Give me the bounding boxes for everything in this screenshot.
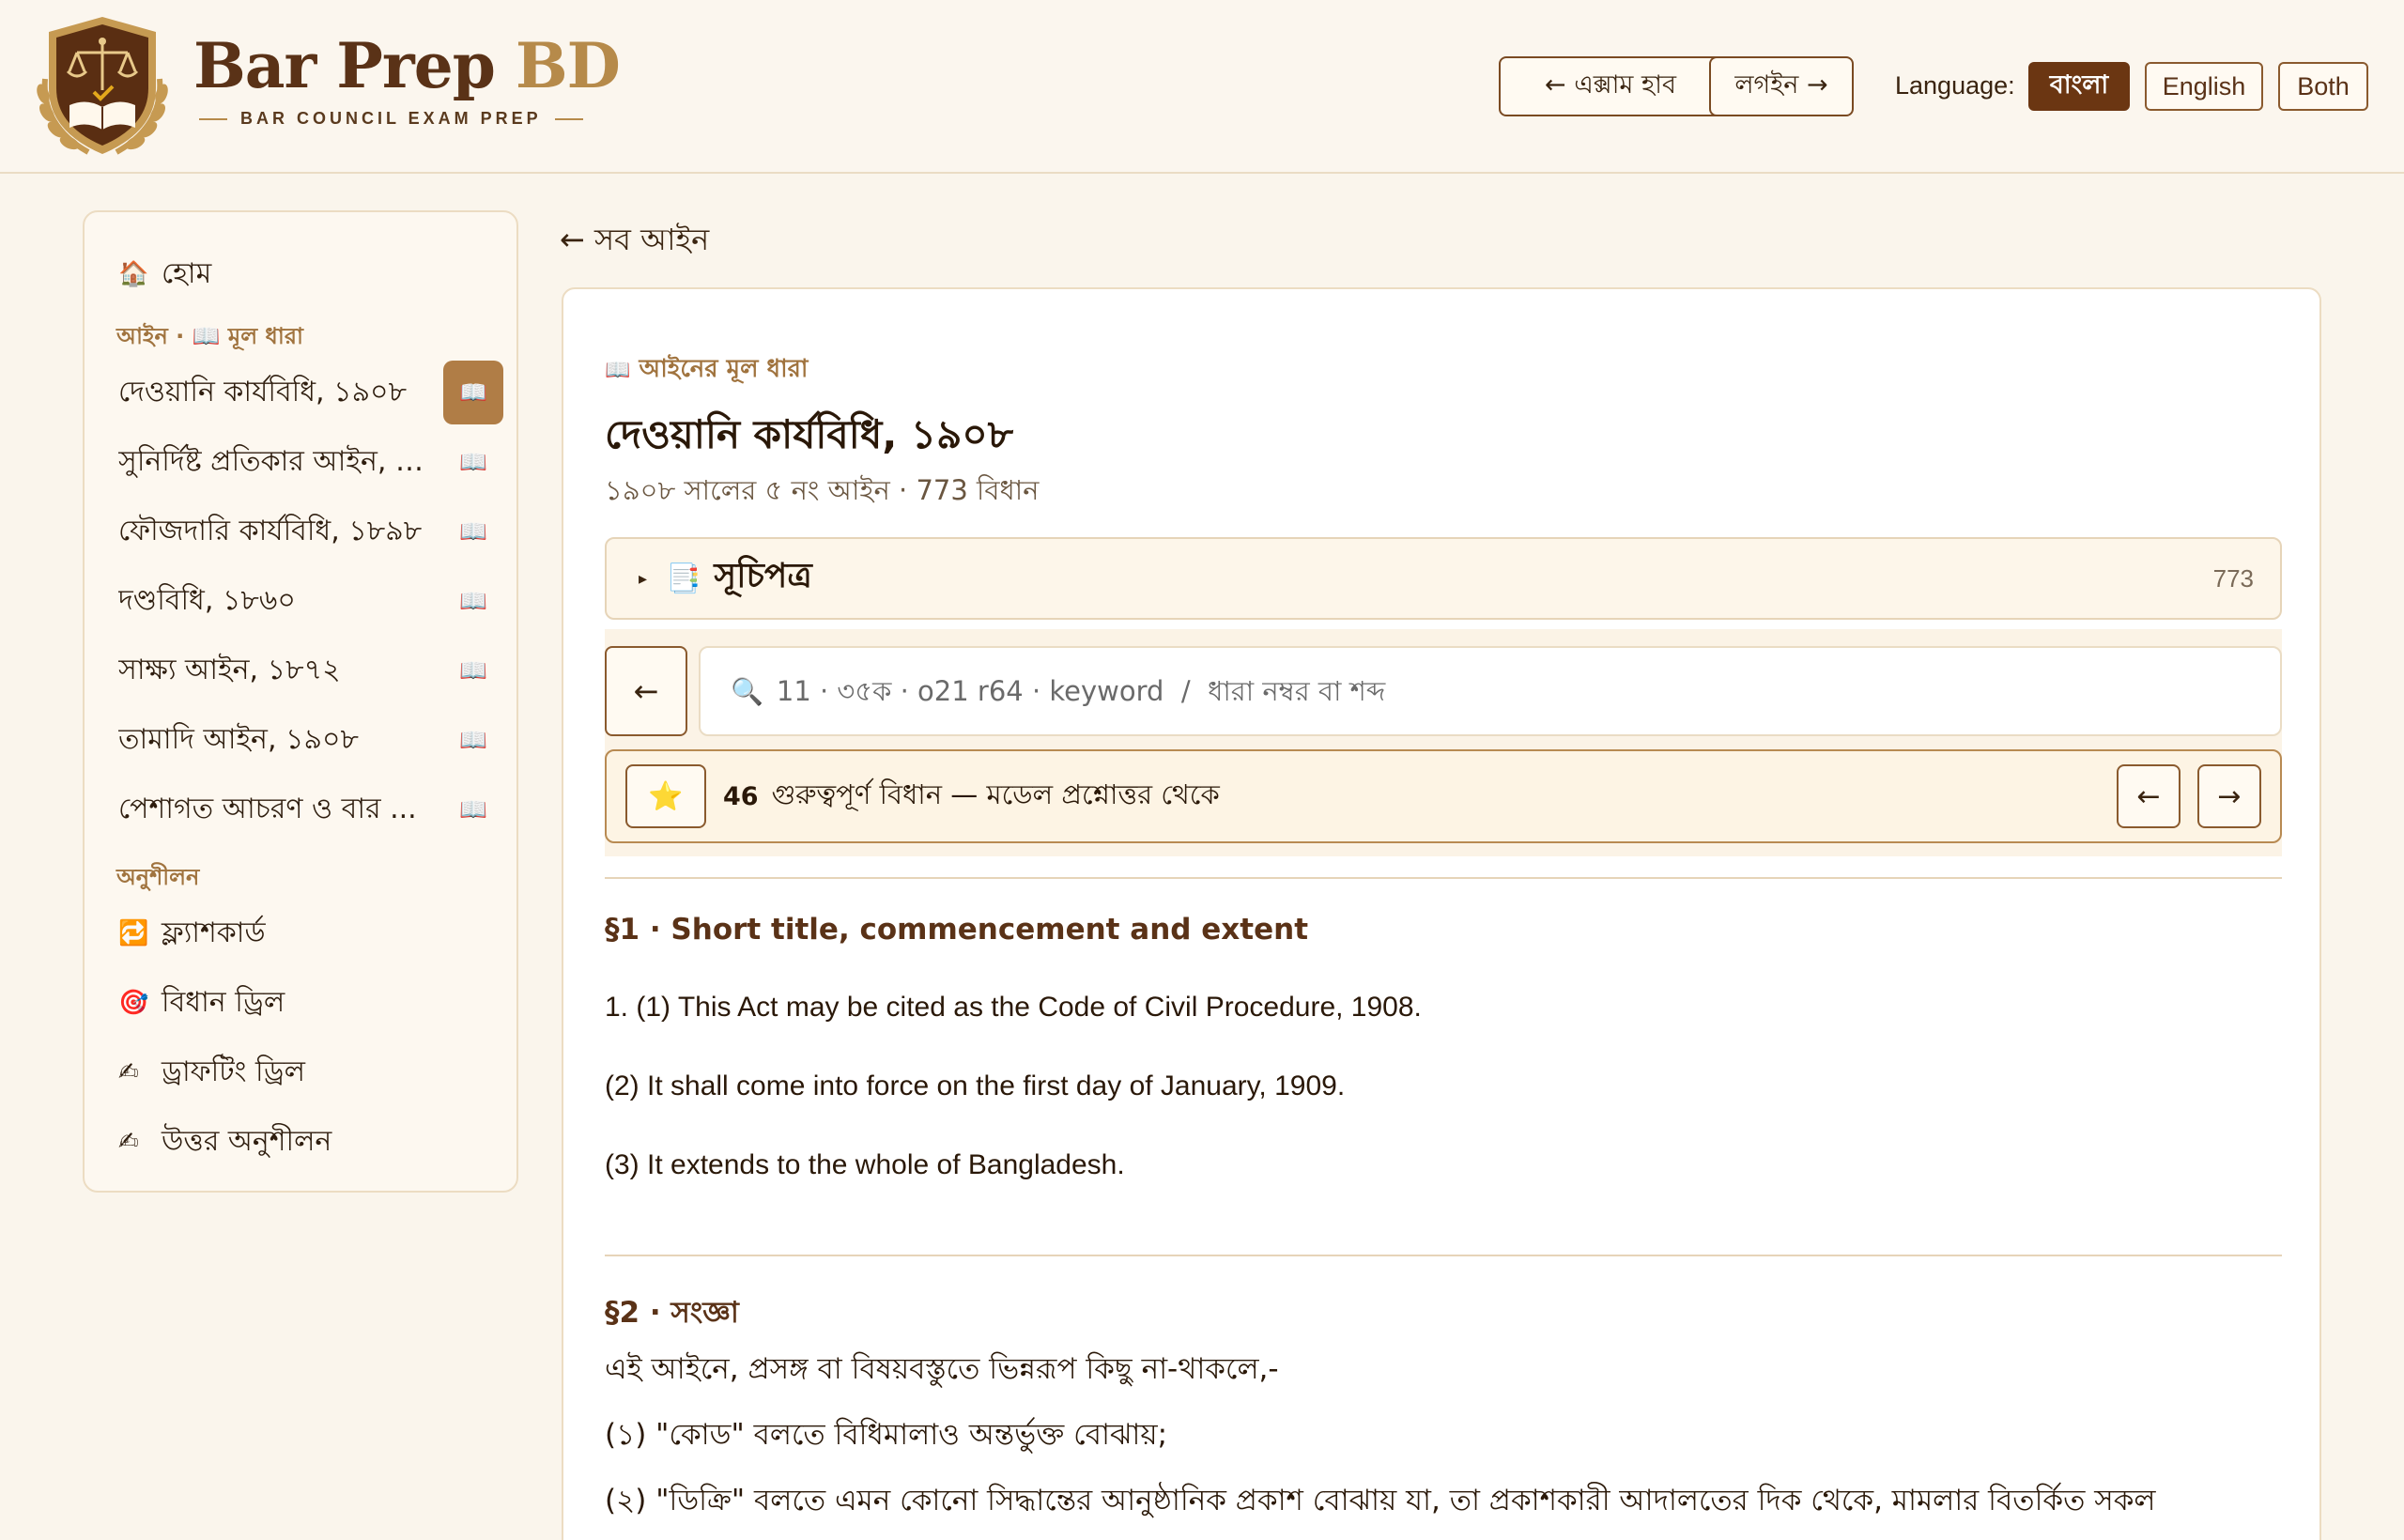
sidebar-law-criminal-procedure[interactable]: ফৌজদারি কার্যবিধি, ১৮৯৮ 📖: [118, 500, 503, 563]
section-paragraph: (১) "কোড" বলতে বিধিমালাও অন্তর্ভুক্ত বোঝ…: [605, 1418, 1168, 1452]
brand-name: Bar Prep BD: [193, 28, 621, 103]
book-icon[interactable]: 📖: [443, 639, 503, 702]
book-icon[interactable]: 📖: [443, 708, 503, 772]
sidebar-law-penal-code[interactable]: দণ্ডবিধি, ১৮৬০ 📖: [118, 569, 503, 633]
previous-important-button[interactable]: ←: [2117, 764, 2181, 828]
search-icon: 🔍: [731, 675, 763, 707]
law-content-card: 📖 আইনের মূল ধারা দেওয়ানি কার্যবিধি, ১৯০…: [562, 287, 2321, 1540]
sidebar-section-laws: আইন · 📖 মূল ধারা: [116, 323, 304, 349]
star-icon: ⭐: [648, 779, 684, 813]
section-heading: §1 · Short title, commencement and exten…: [605, 913, 1309, 947]
target-icon: 🎯: [118, 989, 149, 1017]
tagline-rule-left: [199, 117, 227, 120]
sidebar-law-label: দেওয়ানি কার্যবিধি, ১৯০৮: [118, 375, 408, 408]
sidebar-law-evidence-act[interactable]: সাক্ষ্য আইন, ১৮৭২ 📖: [118, 639, 503, 702]
sidebar-item-answer-practice[interactable]: ✍ উত্তর অনুশীলন: [118, 1114, 494, 1170]
sidebar-item-label: হোম: [162, 256, 212, 290]
important-text: গুরুত্বপূর্ণ বিধান — মডেল প্রশ্নোত্তর থে…: [771, 778, 1220, 810]
writing-hand-icon: ✍: [118, 1058, 139, 1086]
sidebar-item-flashcards[interactable]: 🔁 ফ্ল্যাশকার্ড: [118, 905, 494, 962]
sidebar-item-provision-drill[interactable]: 🎯 বিধান ড্রিল: [118, 975, 494, 1031]
login-button[interactable]: লগইন →: [1709, 56, 1854, 116]
toc-count: 773: [2212, 563, 2254, 593]
sidebar-law-professional-conduct[interactable]: পেশাগত আচরণ ও বার ... 📖: [118, 778, 503, 841]
document-icon: 📑: [666, 562, 701, 595]
sidebar-law-label: পেশাগত আচরণ ও বার ...: [118, 792, 417, 825]
law-kicker: 📖 আইনের মূল ধারা: [605, 349, 808, 391]
section-paragraph: 1. (1) This Act may be cited as the Code…: [605, 992, 1422, 1023]
section-paragraph: (3) It extends to the whole of Banglades…: [605, 1149, 1125, 1180]
star-button[interactable]: ⭐: [625, 764, 706, 828]
language-both-button[interactable]: Both: [2278, 62, 2368, 111]
book-icon[interactable]: 📖: [443, 430, 503, 494]
sidebar-law-limitation-act[interactable]: তামাদি আইন, ১৯০৮ 📖: [118, 708, 503, 772]
book-icon: 📖: [605, 359, 631, 382]
language-label: Language:: [1895, 71, 2015, 100]
back-to-all-laws-link[interactable]: ← সব আইন: [560, 216, 709, 267]
toc-label: সূচিপত্র: [714, 557, 812, 595]
section-heading: §2 · সংজ্ঞা: [605, 1296, 739, 1330]
sidebar-law-label: সুনির্দিষ্ট প্রতিকার আইন, ১...: [118, 444, 428, 478]
sidebar-item-label: উত্তর অনুশীলন: [162, 1124, 332, 1158]
sidebar-law-civil-procedure[interactable]: দেওয়ানি কার্যবিধি, ১৯০৮ 📖: [118, 361, 503, 424]
sidebar-item-label: বিধান ড্রিল: [162, 985, 285, 1019]
sidebar-law-label: ফৌজদারি কার্যবিধি, ১৮৯৮: [118, 514, 423, 547]
sidebar-item-label: ফ্ল্যাশকার্ড: [162, 916, 266, 949]
arrow-left-icon: ←: [2136, 779, 2161, 813]
law-meta: ১৯০৮ সালের ৫ নং আইন · 773 বিধান: [605, 474, 1040, 506]
brand-name-part2: BD: [515, 29, 621, 102]
sidebar-law-label: তামাদি আইন, ১৯০৮: [118, 722, 359, 756]
next-important-button[interactable]: →: [2197, 764, 2261, 828]
sidebar: 🏠 হোম আইন · 📖 মূল ধারা দেওয়ানি কার্যবিধ…: [83, 210, 518, 1193]
book-icon[interactable]: 📖: [443, 569, 503, 633]
section-divider: [605, 877, 2282, 879]
scales-of-justice-crest-logo[interactable]: [32, 13, 173, 160]
section-divider: [605, 1255, 2282, 1256]
section-search-input[interactable]: [776, 675, 2185, 707]
arrow-left-icon: ←: [633, 673, 659, 709]
law-kicker-text: আইনের মূল ধারা: [639, 355, 809, 383]
brand-name-part1: Bar Prep: [193, 29, 496, 102]
expand-triangle-icon: ▸: [639, 568, 648, 589]
important-provisions-bar: ⭐ 46 গুরুত্বপূর্ণ বিধান — মডেল প্রশ্নোত্…: [605, 749, 2282, 843]
tagline-rule-right: [554, 117, 583, 120]
language-english-button[interactable]: English: [2145, 62, 2263, 111]
sidebar-item-drafting-drill[interactable]: ✍ ড্রাফটিং ড্রিল: [118, 1044, 494, 1101]
section-paragraph: (২) "ডিক্রি" বলতে এমন কোনো সিদ্ধান্তের আ…: [605, 1484, 2156, 1517]
section-search[interactable]: 🔍: [699, 646, 2282, 736]
section-paragraph: (2) It shall come into force on the firs…: [605, 1070, 1346, 1101]
sidebar-item-home[interactable]: 🏠 হোম: [118, 246, 494, 302]
language-bangla-button[interactable]: বাংলা: [2028, 62, 2130, 111]
book-icon[interactable]: 📖: [443, 361, 503, 424]
sidebar-item-label: ড্রাফটিং ড্রিল: [162, 1055, 305, 1088]
table-of-contents-toggle[interactable]: ▸ 📑 সূচিপত্র 773: [605, 537, 2282, 620]
section-paragraph: এই আইনে, প্রসঙ্গ বা বিষয়বস্তুতে ভিন্নরূ…: [605, 1352, 1279, 1386]
exam-hub-button[interactable]: ← এক্সাম হাব: [1499, 56, 1722, 116]
brand-tagline: BAR COUNCIL EXAM PREP: [240, 109, 542, 128]
top-header: Bar Prep BD BAR COUNCIL EXAM PREP ← এক্স…: [0, 0, 2404, 174]
house-icon: 🏠: [118, 260, 149, 288]
back-arrow-button[interactable]: ←: [605, 646, 687, 736]
arrow-right-icon: →: [2217, 779, 2242, 813]
brand-tagline-row: BAR COUNCIL EXAM PREP: [199, 109, 620, 129]
book-icon[interactable]: 📖: [443, 778, 503, 841]
sidebar-law-label: দণ্ডবিধি, ১৮৬০: [118, 583, 296, 617]
page-title: দেওয়ানি কার্যবিধি, ১৯০৮: [605, 411, 1013, 457]
sidebar-law-label: সাক্ষ্য আইন, ১৮৭২: [118, 653, 341, 686]
sidebar-law-specific-relief[interactable]: সুনির্দিষ্ট প্রতিকার আইন, ১... 📖: [118, 430, 503, 494]
flashcard-icon: 🔁: [118, 919, 149, 947]
important-count: 46: [723, 781, 759, 811]
brand[interactable]: Bar Prep BD BAR COUNCIL EXAM PREP: [193, 28, 621, 129]
sidebar-section-practice: অনুশীলন: [116, 864, 200, 890]
writing-hand-icon: ✍: [118, 1128, 139, 1156]
book-icon[interactable]: 📖: [443, 500, 503, 563]
